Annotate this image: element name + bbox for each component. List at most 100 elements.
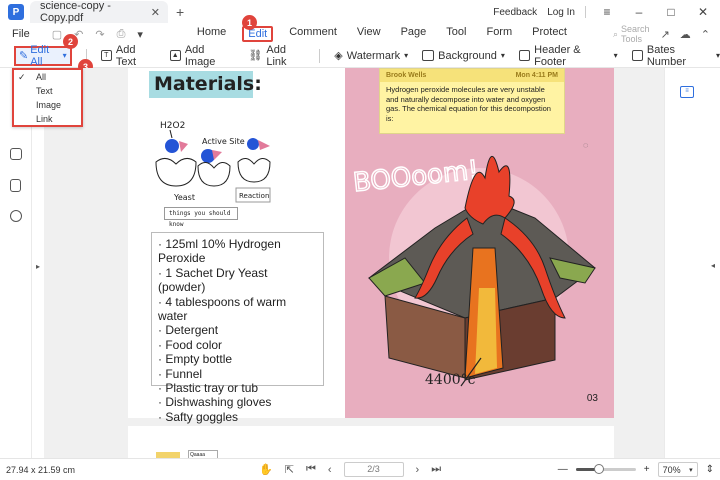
materials-list-item: Food color <box>158 338 317 352</box>
next-page-icon[interactable]: › <box>416 464 420 476</box>
zoom-slider[interactable] <box>575 464 636 474</box>
edit-all-button[interactable]: ✎ Edit All ▾ <box>14 43 72 68</box>
search-tools-placeholder: Search Tools <box>621 24 650 44</box>
option-label: All <box>36 72 47 82</box>
materials-list-item: Detergent <box>158 323 317 337</box>
materials-list[interactable]: 125ml 10% Hydrogen Peroxide 1 Sachet Dry… <box>151 232 324 424</box>
background-label: Background <box>438 49 497 62</box>
menu-file[interactable]: File <box>12 28 30 40</box>
menu-form[interactable]: Form <box>486 26 512 42</box>
select-tool-icon[interactable]: ⇱ <box>285 463 294 476</box>
page-input[interactable]: 2/3 <box>343 462 404 477</box>
zoom-out-icon[interactable]: — <box>558 464 568 475</box>
add-link-button[interactable]: ⛓ Add Link <box>248 44 305 68</box>
yeast-cell <box>197 162 231 187</box>
watermark-button[interactable]: ◈ Watermark ▾ <box>334 49 409 63</box>
title-bar: P science-copy - Copy.pdf ✕ + Feedback L… <box>0 0 720 24</box>
menu-home[interactable]: Home <box>197 26 226 42</box>
add-image-button[interactable]: ▲ Add Image <box>169 44 235 68</box>
caption-box[interactable]: things you should know <box>164 207 238 228</box>
watermark-label: Watermark <box>346 49 401 62</box>
image-icon: ▲ <box>169 50 181 61</box>
header-footer-button[interactable]: Header & Footer ▾ <box>518 43 618 68</box>
materials-list-item: Empty bottle <box>158 352 317 366</box>
diagram-arrow <box>169 129 173 139</box>
bates-number-icon <box>631 50 643 61</box>
menu-comment[interactable]: Comment <box>289 26 337 42</box>
background-button[interactable]: Background ▾ <box>422 50 505 62</box>
header-footer-icon <box>518 50 531 61</box>
page-dimensions: 27.94 x 21.59 cm <box>6 464 76 475</box>
menu-protect[interactable]: Protect <box>532 26 567 42</box>
materials-list-item: Safty goggles <box>158 410 317 424</box>
close-window-icon[interactable]: ✕ <box>692 5 714 19</box>
step-badge-1: 1 <box>242 15 257 30</box>
chevron-down-icon: ▾ <box>62 51 67 60</box>
menu-tool[interactable]: Tool <box>446 26 466 42</box>
status-bar: 27.94 x 21.59 cm ✋ ⇱ ⏮ ‹ 2/3 › ⏭ — + 70%… <box>0 458 720 480</box>
save-icon[interactable]: ▢ <box>52 28 62 41</box>
fit-page-icon[interactable]: ⇕ <box>706 464 714 475</box>
tab-close-icon[interactable]: ✕ <box>151 6 160 19</box>
dropdown-option-link[interactable]: Link <box>14 112 81 126</box>
search-icon[interactable] <box>10 210 22 222</box>
first-page-icon[interactable]: ⏮ <box>306 463 316 476</box>
last-page-icon[interactable]: ⏭ <box>431 463 441 476</box>
molecule-pink <box>258 140 270 150</box>
collapse-ribbon-icon[interactable]: ⌃ <box>701 28 710 41</box>
chevron-down-icon: ▾ <box>404 51 409 60</box>
dropdown-option-image[interactable]: Image <box>14 98 81 112</box>
page-thumbnail-icon[interactable] <box>10 179 21 192</box>
redo-icon[interactable]: ↷ <box>95 28 104 41</box>
share-icon[interactable]: ↗ <box>661 28 670 41</box>
document-tab[interactable]: science-copy - Copy.pdf ✕ <box>30 0 168 24</box>
molecule-blue <box>247 138 259 150</box>
edit-all-label: Edit All <box>30 43 50 68</box>
add-text-label: Add Text <box>115 43 137 68</box>
dropdown-option-all[interactable]: ✓ All <box>14 70 81 84</box>
diagram-label-h2o2: H2O2 <box>160 121 185 131</box>
bates-number-button[interactable]: Bates Number ▾ <box>631 43 720 68</box>
feedback-link[interactable]: Feedback <box>493 7 537 18</box>
menu-view[interactable]: View <box>357 26 381 42</box>
zoom-level-value: 70% <box>662 464 681 475</box>
zoom-slider-knob[interactable] <box>593 464 604 474</box>
document-canvas: Materials: H2O2 Active Site Yeast Reacti… <box>44 68 664 458</box>
checkmark-icon: ✓ <box>18 71 26 82</box>
properties-icon[interactable]: ≡ <box>680 86 694 98</box>
edit-toolbar: ✎ Edit All ▾ T Add Text ▲ Add Image ⛓ Ad… <box>0 44 720 68</box>
prev-page-icon[interactable]: ‹ <box>328 464 332 476</box>
menu-lines-icon[interactable]: ≡ <box>596 5 618 19</box>
comment-icon[interactable] <box>10 148 22 160</box>
cloud-upload-icon[interactable]: ☁ <box>680 28 691 41</box>
print-icon[interactable]: ⎙ <box>117 28 126 41</box>
yeast-cell <box>155 158 197 187</box>
diagram-label-active-site: Active Site <box>202 137 245 146</box>
new-tab-plus-icon[interactable]: + <box>176 4 184 20</box>
step-badge-2: 2 <box>63 34 78 49</box>
quick-access-dropdown-icon[interactable]: ▾ <box>137 28 143 41</box>
search-tools[interactable]: ⌕ Search Tools <box>613 24 661 44</box>
minimize-icon[interactable]: – <box>628 5 650 19</box>
watermark-icon: ◈ <box>334 50 343 62</box>
materials-heading[interactable]: Materials: <box>149 71 262 98</box>
enzyme-diagram[interactable]: H2O2 Active Site Yeast Reaction <box>152 114 292 204</box>
dropdown-option-text[interactable]: Text <box>14 84 81 98</box>
zoom-level-select[interactable]: 70% ▾ <box>657 462 698 477</box>
pdf-page: Materials: H2O2 Active Site Yeast Reacti… <box>128 68 614 424</box>
menu-page[interactable]: Page <box>401 26 427 42</box>
bates-number-label: Bates Number <box>646 43 686 68</box>
option-label: Image <box>36 100 62 110</box>
hand-tool-icon[interactable]: ✋ <box>259 463 273 476</box>
login-link[interactable]: Log In <box>547 7 575 18</box>
materials-list-item: Plastic tray or tub <box>158 381 317 395</box>
expand-left-panel-icon[interactable]: ▸ <box>36 262 40 271</box>
expand-right-panel-icon[interactable]: ◂ <box>711 261 715 270</box>
title-divider <box>585 6 586 18</box>
volcano-illustration[interactable]: BOOoom! <box>345 68 614 418</box>
add-text-button[interactable]: T Add Text <box>100 43 156 68</box>
zoom-in-icon[interactable]: + <box>644 464 650 475</box>
maximize-icon[interactable]: □ <box>660 5 682 19</box>
header-footer-label: Header & Footer <box>534 43 581 68</box>
right-sidebar: ≡ ◂ <box>664 68 720 458</box>
